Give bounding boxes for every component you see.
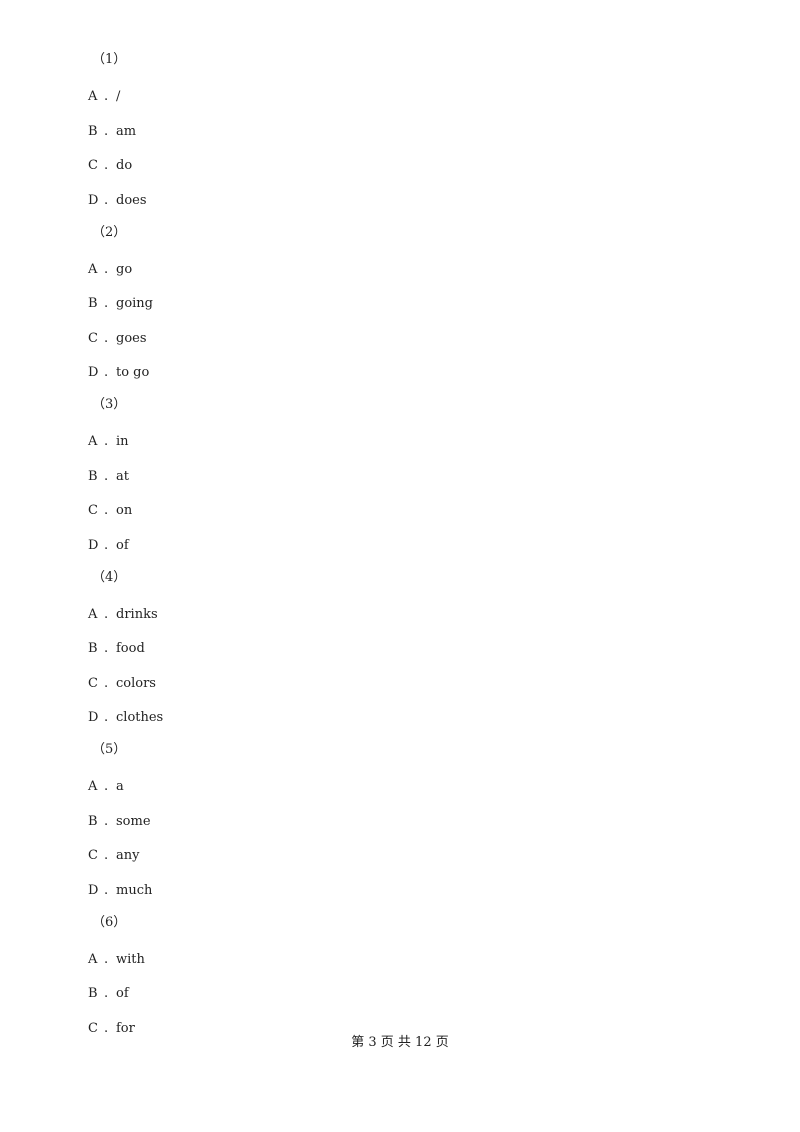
- option-separator: .: [104, 123, 109, 139]
- option-text: with: [116, 951, 145, 967]
- option-separator: .: [104, 951, 109, 967]
- option-text: of: [116, 986, 129, 1001]
- option-letter: B: [88, 123, 98, 139]
- question-number: （2）: [92, 224, 127, 240]
- option-letter: A: [88, 779, 98, 794]
- option-text: a: [116, 779, 124, 794]
- answer-option: C. colors: [88, 676, 156, 692]
- option-text: do: [116, 158, 133, 173]
- question-number: （6）: [92, 914, 127, 930]
- option-letter: C: [88, 503, 98, 518]
- option-text: does: [116, 192, 147, 208]
- option-text: on: [116, 503, 133, 518]
- answer-option: C. on: [88, 503, 132, 519]
- option-separator: .: [104, 503, 109, 518]
- answer-option: A. drinks: [88, 607, 158, 623]
- option-separator: .: [104, 813, 109, 829]
- option-separator: .: [104, 710, 109, 725]
- option-letter: D: [88, 365, 99, 380]
- answer-option: A. a: [88, 779, 124, 795]
- option-text: drinks: [116, 606, 158, 622]
- answer-option: A. with: [88, 952, 145, 968]
- option-separator: .: [104, 330, 109, 346]
- option-letter: C: [88, 848, 98, 863]
- question-number: （4）: [92, 569, 127, 585]
- option-text: much: [116, 882, 153, 898]
- option-letter: A: [88, 606, 98, 622]
- question-number: （3）: [92, 397, 127, 412]
- option-letter: B: [88, 813, 98, 829]
- answer-option: B. going: [88, 296, 153, 312]
- question-number: （5）: [92, 742, 127, 757]
- option-separator: .: [104, 468, 109, 484]
- answer-option: B. of: [88, 986, 129, 1002]
- option-separator: .: [104, 606, 109, 622]
- option-letter: B: [88, 296, 98, 311]
- answer-option: A. go: [88, 262, 132, 278]
- option-letter: B: [88, 641, 98, 656]
- option-separator: .: [104, 192, 109, 208]
- option-separator: .: [104, 641, 109, 656]
- option-separator: .: [104, 89, 109, 104]
- option-letter: D: [88, 710, 99, 725]
- option-letter: C: [88, 675, 98, 691]
- answer-option: B. at: [88, 469, 129, 485]
- option-letter: D: [88, 537, 99, 553]
- option-text: for: [116, 1020, 135, 1036]
- page-footer: 第 3 页 共 12 页: [351, 1035, 449, 1050]
- answer-option: B. am: [88, 124, 136, 140]
- option-separator: .: [104, 675, 109, 691]
- option-separator: .: [104, 434, 109, 449]
- option-letter: A: [88, 951, 98, 967]
- option-letter: D: [88, 882, 99, 898]
- option-text: food: [116, 641, 145, 656]
- question-number: （1）: [92, 52, 127, 67]
- option-separator: .: [104, 296, 109, 311]
- option-letter: A: [88, 89, 98, 104]
- option-text: goes: [116, 330, 147, 346]
- answer-option: D. to go: [88, 365, 149, 381]
- option-text: some: [116, 813, 151, 829]
- option-letter: C: [88, 330, 98, 346]
- option-text: /: [116, 89, 121, 104]
- option-separator: .: [104, 848, 109, 863]
- answer-option: C. goes: [88, 331, 147, 347]
- option-text: of: [116, 537, 129, 553]
- option-letter: A: [88, 261, 98, 277]
- answer-option: C. do: [88, 158, 132, 174]
- answer-option: D. much: [88, 883, 152, 899]
- option-text: at: [116, 468, 129, 484]
- option-separator: .: [104, 261, 109, 277]
- option-letter: C: [88, 158, 98, 173]
- answer-option: B. some: [88, 814, 151, 830]
- answer-option: D. does: [88, 193, 147, 209]
- option-text: am: [116, 123, 137, 139]
- answer-option: A. in: [88, 434, 129, 450]
- option-letter: B: [88, 986, 98, 1001]
- answer-option: A. /: [88, 89, 120, 105]
- option-text: any: [116, 848, 140, 863]
- option-separator: .: [104, 882, 109, 898]
- option-text: in: [116, 434, 129, 449]
- answer-option: D. clothes: [88, 710, 163, 726]
- option-separator: .: [104, 158, 109, 173]
- option-text: to go: [116, 365, 150, 380]
- answer-option: B. food: [88, 641, 145, 657]
- answer-option: C. any: [88, 848, 139, 864]
- option-separator: .: [104, 537, 109, 553]
- option-letter: B: [88, 468, 98, 484]
- option-text: go: [116, 261, 133, 277]
- option-text: clothes: [116, 710, 164, 725]
- option-letter: A: [88, 434, 98, 449]
- option-separator: .: [104, 779, 109, 794]
- option-letter: D: [88, 192, 99, 208]
- answer-option: D. of: [88, 538, 129, 554]
- option-separator: .: [104, 986, 109, 1001]
- option-separator: .: [104, 365, 109, 380]
- option-text: colors: [116, 675, 156, 691]
- option-text: going: [116, 296, 154, 311]
